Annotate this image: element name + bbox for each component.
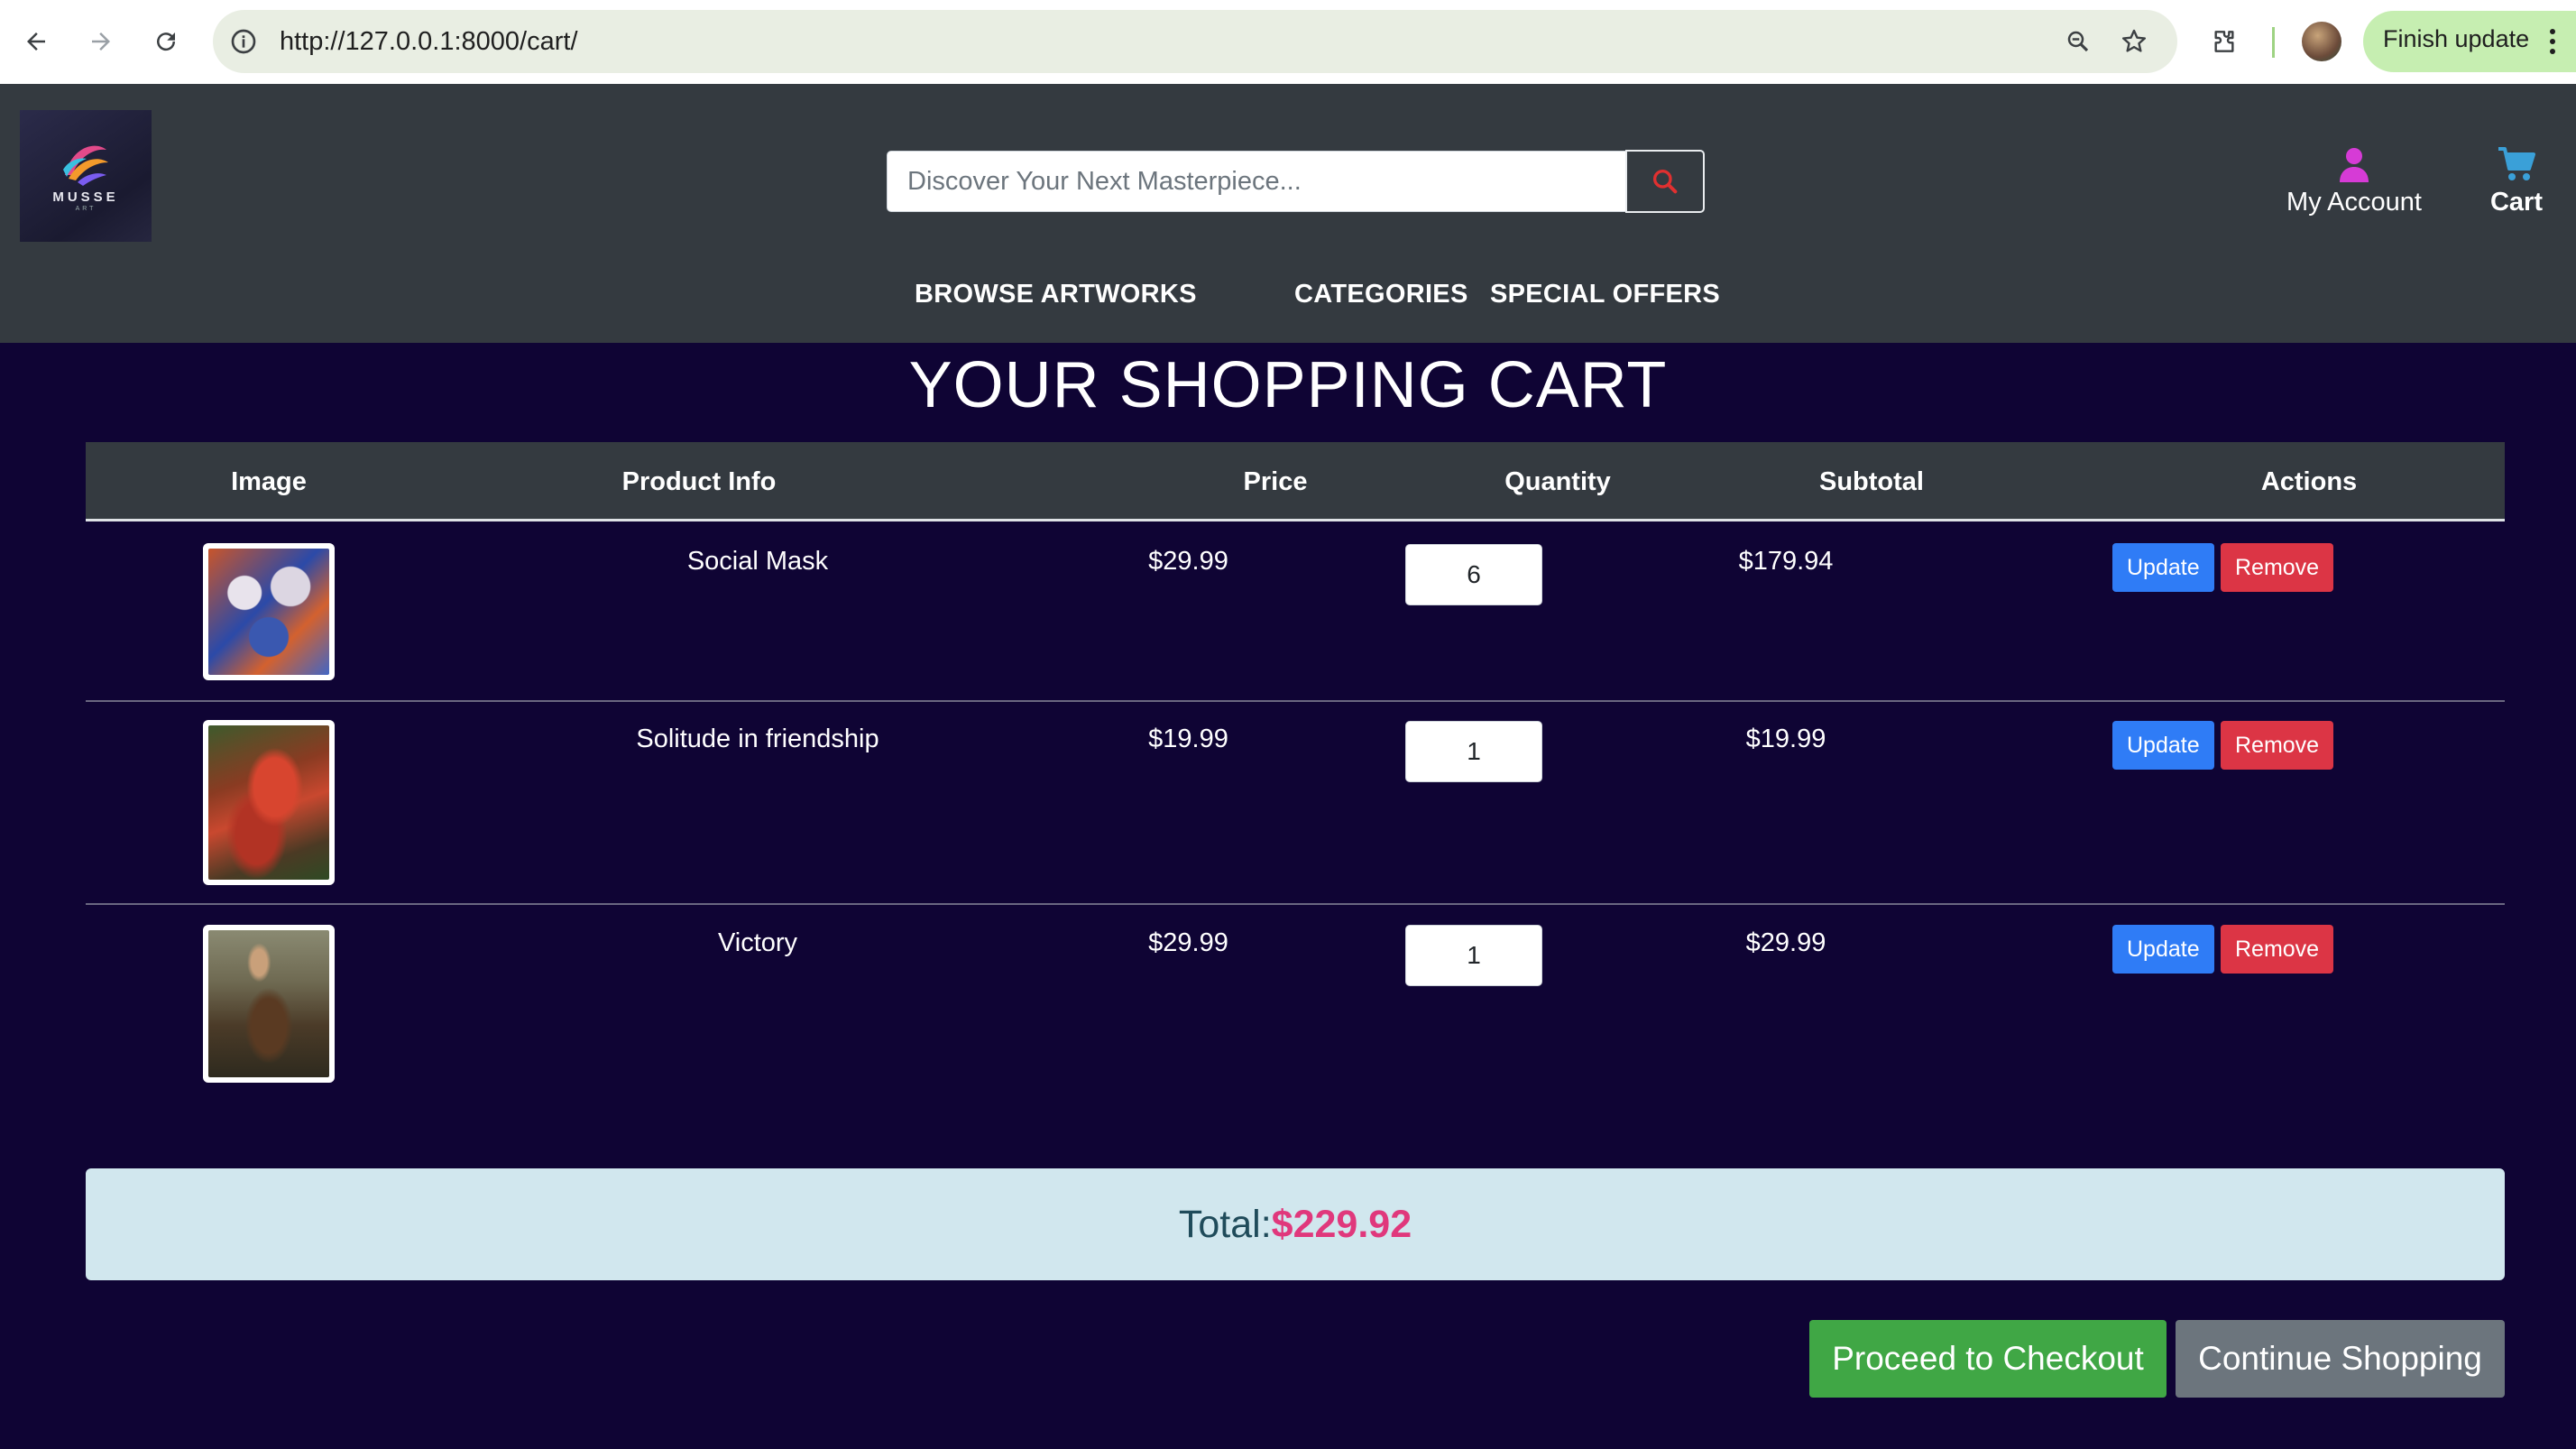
total-value: $229.92	[1271, 1203, 1412, 1246]
product-name: Victory	[717, 928, 798, 957]
zoom-button[interactable]	[2058, 22, 2098, 61]
cart-icon	[2498, 147, 2535, 180]
site-header	[0, 84, 2576, 343]
quantity-input[interactable]	[1405, 925, 1542, 986]
product-name: Solitude in friendship	[636, 724, 879, 753]
column-header-image: Image	[231, 467, 307, 496]
back-arrow-icon	[27, 32, 45, 51]
column-header-product-info: Product Info	[621, 467, 777, 496]
back-button[interactable]	[11, 16, 61, 67]
column-header-subtotal: Subtotal	[1819, 467, 1924, 496]
zoom-icon	[2067, 31, 2089, 52]
bookmark-star-icon	[2121, 29, 2147, 52]
reload-button[interactable]	[141, 16, 191, 67]
bookmark-button[interactable]	[2114, 22, 2154, 61]
my-account-label: My Account	[2286, 188, 2422, 217]
product-price: $19.99	[1148, 724, 1228, 753]
site-info-button[interactable]	[225, 23, 262, 60]
extensions-button[interactable]	[2204, 22, 2244, 61]
artwork-image	[208, 725, 329, 880]
continue-shopping-button[interactable]: Continue Shopping	[2176, 1320, 2505, 1398]
update-button[interactable]: Update	[2112, 721, 2214, 770]
total-label: Total:	[1178, 1203, 1272, 1246]
toolbar-divider	[2272, 27, 2275, 58]
product-subtotal: $179.94	[1738, 547, 1834, 576]
my-account-link[interactable]: My Account	[2273, 137, 2435, 218]
profile-avatar[interactable]	[2302, 22, 2341, 61]
logo-subtext: ART	[75, 206, 97, 212]
user-icon	[2340, 148, 2369, 182]
menu-button[interactable]	[2545, 23, 2560, 60]
update-button[interactable]: Update	[2112, 925, 2214, 974]
product-thumbnail[interactable]	[203, 925, 335, 1083]
finish-update-label: Finish update	[2383, 25, 2530, 52]
site-logo[interactable]: MUSSE ART	[20, 110, 152, 242]
logo-text: MUSSE	[52, 189, 119, 205]
cart-label: Cart	[2489, 188, 2543, 217]
search-input[interactable]	[887, 151, 1626, 212]
product-price: $29.99	[1148, 547, 1228, 576]
artwork-image	[208, 930, 329, 1077]
column-header-quantity: Quantity	[1504, 467, 1611, 496]
quantity-input[interactable]	[1405, 721, 1542, 782]
product-thumbnail[interactable]	[203, 720, 335, 885]
update-button[interactable]: Update	[2112, 543, 2214, 592]
product-subtotal: $29.99	[1745, 928, 1826, 957]
proceed-to-checkout-button[interactable]: Proceed to Checkout	[1809, 1320, 2167, 1398]
search-button[interactable]	[1625, 150, 1705, 213]
forward-arrow-icon	[92, 32, 110, 51]
more-vert-icon	[2550, 29, 2555, 54]
nav-browse-artworks[interactable]: BROWSE ARTWORKS	[915, 280, 1197, 309]
reload-icon	[157, 32, 176, 51]
cart-total-box: Total:$229.92	[86, 1168, 2505, 1280]
remove-button[interactable]: Remove	[2221, 721, 2334, 770]
url-text[interactable]: http://127.0.0.1:8000/cart/	[280, 21, 578, 62]
logo-brushstroke-icon	[63, 145, 108, 186]
quantity-input[interactable]	[1405, 544, 1542, 605]
product-price: $29.99	[1148, 928, 1228, 957]
cart-link[interactable]: Cart	[2479, 137, 2554, 218]
cart-table-header: Image Product Info Price Quantity Subtot…	[86, 442, 2505, 521]
product-name: Social Mask	[686, 547, 829, 576]
product-thumbnail[interactable]	[203, 543, 335, 680]
nav-categories[interactable]: CATEGORIES	[1294, 280, 1468, 309]
search-icon	[1653, 170, 1678, 194]
forward-button[interactable]	[76, 16, 126, 67]
remove-button[interactable]: Remove	[2221, 543, 2334, 592]
product-subtotal: $19.99	[1745, 724, 1826, 753]
nav-special-offers[interactable]: SPECIAL OFFERS	[1490, 280, 1720, 309]
artwork-image	[208, 549, 329, 675]
remove-button[interactable]: Remove	[2221, 925, 2334, 974]
page-title: YOUR SHOPPING CART	[908, 349, 1668, 421]
column-header-price: Price	[1243, 467, 1308, 496]
site-info-icon	[231, 29, 256, 54]
extensions-icon	[2214, 31, 2234, 52]
column-header-actions: Actions	[2260, 467, 2358, 496]
